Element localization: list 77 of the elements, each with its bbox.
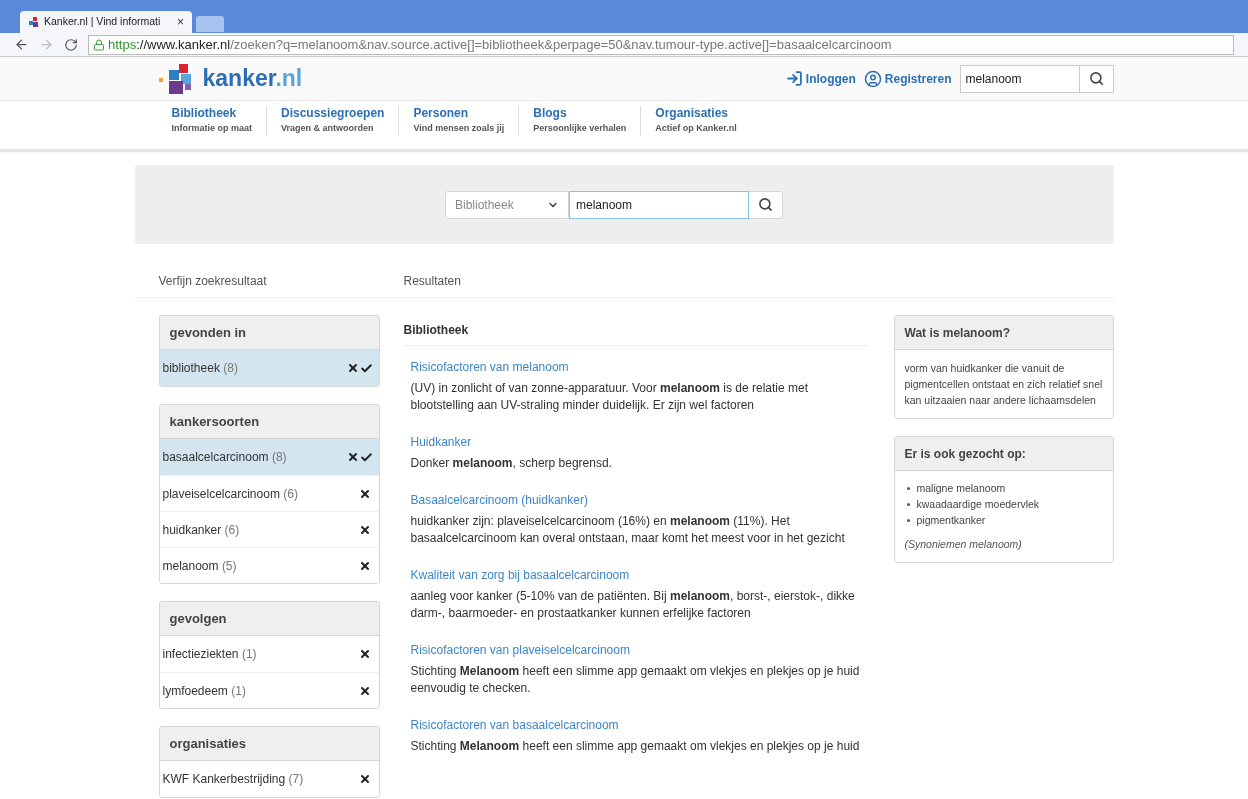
remove-icon[interactable] bbox=[358, 684, 371, 697]
result-link[interactable]: Risicofactoren van plaveiselcelcarcinoom bbox=[410, 641, 869, 659]
facet-label: huidkanker (6) bbox=[162, 521, 241, 539]
nav-item[interactable]: Personen Vind mensen zoals jij bbox=[398, 106, 519, 136]
facet-label: plaveiselcelcarcinoom (6) bbox=[162, 485, 299, 503]
url-text: https://www.kanker.nl/zoeken?q=melanoom&nav.source.active[]=bibliotheek&perpage=50&nav.tumour-type.active[]=basaalcelcarcinoom bbox=[108, 35, 892, 54]
result-link[interactable]: Risicofactoren van melanoom bbox=[410, 358, 869, 376]
back-icon[interactable] bbox=[14, 37, 29, 52]
related-search-link[interactable]: pigmentkanker bbox=[916, 512, 986, 528]
remove-icon[interactable] bbox=[358, 773, 371, 785]
search-icon bbox=[1088, 71, 1104, 86]
scope-dropdown[interactable]: Bibliotheek bbox=[445, 190, 569, 219]
nav-item[interactable]: Blogs Persoonlijke verhalen bbox=[518, 106, 641, 136]
tab-close[interactable]: × bbox=[177, 13, 184, 31]
facet-item[interactable]: basaalcelcarcinoom (8) bbox=[159, 439, 379, 475]
facet-title: organisaties bbox=[159, 727, 379, 761]
results-heading: Resultaten bbox=[403, 273, 461, 290]
facet-label: KWF Kankerbestrijding (7) bbox=[162, 771, 305, 788]
search-icon bbox=[758, 197, 773, 212]
result-link[interactable]: Basaalcelcarcinoom (huidkanker) bbox=[410, 491, 869, 509]
login-icon bbox=[785, 70, 803, 87]
related-search-link[interactable]: kwaadaardige moedervlek bbox=[916, 496, 1040, 512]
facet-title: gevolgen bbox=[159, 602, 379, 636]
result-link[interactable]: Kwaliteit van zorg bij basaalcelcarcinoom bbox=[410, 566, 869, 584]
result-snippet: huidkanker zijn: plaveiselcelcarcinoom (16%) en melanoom (11%). Het basaalcelcarcinoom kan overal ontstaan, maar komt het meest voor in het gezicht bbox=[410, 513, 846, 547]
logo-text[interactable]: kanker.nl bbox=[202, 67, 303, 90]
facet-label: basaalcelcarcinoom (8) bbox=[162, 449, 288, 466]
related-search-link[interactable]: maligne melanoom bbox=[916, 480, 1006, 496]
facet-item[interactable]: bibliotheek (8) bbox=[159, 350, 379, 386]
facet-label: melanoom (5) bbox=[162, 557, 238, 575]
remove-icon[interactable] bbox=[358, 523, 371, 536]
bullet-icon bbox=[906, 502, 910, 506]
facet-item[interactable]: lymfoedeem (1) bbox=[159, 672, 379, 708]
tab-title: Kanker.nl | Vind informati bbox=[44, 14, 162, 30]
panel-title: Wat is melanoom? bbox=[894, 316, 1113, 350]
facet-label: lymfoedeem (1) bbox=[162, 682, 247, 700]
logo-icon bbox=[28, 16, 39, 28]
login-link[interactable]: Inloggen bbox=[805, 69, 856, 88]
facet-label: infectieziekten (1) bbox=[162, 646, 258, 663]
search-field[interactable]: melanoom bbox=[569, 190, 749, 219]
remove-icon[interactable] bbox=[358, 487, 371, 500]
remove-icon[interactable] bbox=[358, 559, 371, 572]
remove-icon[interactable] bbox=[346, 362, 359, 374]
header-search-field[interactable]: melanoom bbox=[959, 64, 1080, 93]
panel-title: Er is ook gezocht op: bbox=[894, 437, 1113, 471]
section-heading: Bibliotheek bbox=[403, 315, 869, 346]
bullet-icon bbox=[906, 486, 910, 490]
search-button[interactable] bbox=[1079, 64, 1114, 93]
address-bar[interactable]: https://www.kanker.nl/zoeken?q=melanoom&nav.source.active[]=bibliotheek&perpage=50&nav.tumour-type.active[]=basaalcelcarcinoom bbox=[88, 34, 1234, 55]
result-snippet: aanleg voor kanker (5-10% van de patiënten. Bij melanoom, borst-, eierstok-, dikke darm-, baarmoeder- en prostaatkanker kunnen erfelijke factoren bbox=[410, 588, 856, 622]
check-icon bbox=[359, 361, 373, 375]
check-icon bbox=[359, 450, 373, 464]
browser-tab[interactable]: Kanker.nl | Vind informati × bbox=[20, 11, 192, 33]
facet-label: bibliotheek (8) bbox=[162, 360, 239, 377]
bullet-icon bbox=[906, 518, 910, 522]
refine-heading: Verfijn zoekresultaat bbox=[158, 273, 268, 290]
register-link[interactable]: Registreren bbox=[884, 69, 952, 88]
nav-item[interactable]: Organisaties Actief op Kanker.nl bbox=[640, 106, 751, 136]
search-button[interactable] bbox=[749, 190, 783, 219]
remove-icon[interactable] bbox=[358, 648, 371, 660]
result-snippet: Stichting Melanoom heeft een slimme app gemaakt om vlekjes en plekjes op je huid eenvoudig te checken. bbox=[410, 663, 861, 697]
user-icon bbox=[863, 69, 882, 88]
result-snippet: Stichting Melanoom heeft een slimme app gemaakt om vlekjes en plekjes op je huid bbox=[410, 738, 861, 755]
facet-title: gevonden in bbox=[159, 316, 379, 350]
result-snippet: Donker melanoom, scherp begrensd. bbox=[410, 455, 613, 472]
nav-item[interactable]: Discussiegroepen Vragen & antwoorden bbox=[266, 106, 399, 136]
synonyms-note: (Synoniemen melanoom) bbox=[904, 537, 1023, 552]
remove-icon[interactable] bbox=[346, 451, 359, 463]
definition-text: vorm van huidkanker die vanuit de pigmentcellen ontstaat en zich relatief snel kan uitzaaien naar andere lichaamsdelen bbox=[903, 361, 1104, 408]
result-link[interactable]: Risicofactoren van basaalcelcarcinoom bbox=[410, 716, 869, 734]
result-link[interactable]: Huidkanker bbox=[410, 433, 869, 451]
result-snippet: (UV) in zonlicht of van zonne-apparatuur. Voor melanoom is de relatie met blootstelling aan UV-straling minder duidelijk. Er zijn wel factoren bbox=[410, 380, 810, 414]
nav-item[interactable]: Bibliotheek Informatie op maat bbox=[158, 106, 266, 136]
facet-title: kankersoorten bbox=[159, 405, 379, 439]
lock-icon bbox=[93, 38, 105, 51]
reload-icon[interactable] bbox=[64, 37, 78, 52]
facet-item[interactable]: melanoom (5) bbox=[159, 547, 379, 583]
